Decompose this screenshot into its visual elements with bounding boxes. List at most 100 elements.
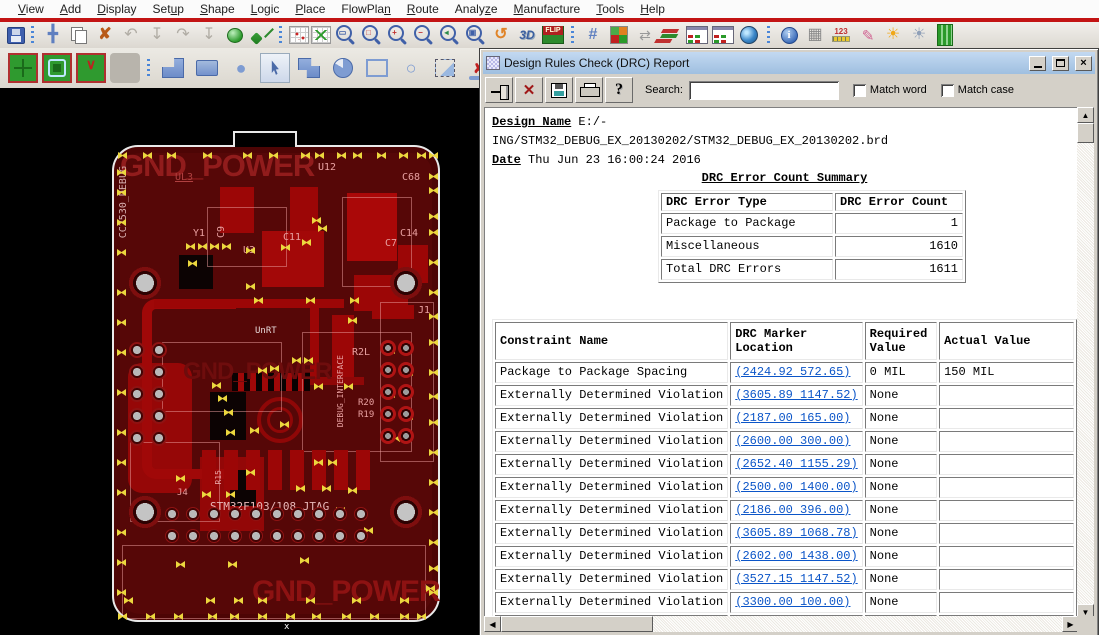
zoom-fit-icon[interactable]: ▣ <box>463 24 487 46</box>
paste-down-icon[interactable]: ↧ <box>197 24 221 46</box>
zoom-in-icon[interactable]: + <box>385 24 409 46</box>
match-case-checkbox[interactable] <box>941 84 954 97</box>
drc-report-content[interactable]: Design Name E:/- ING/STM32_DEBUG_EX_2013… <box>484 107 1079 620</box>
menu-logic[interactable]: Logic <box>243 1 288 17</box>
element-info-icon[interactable]: ▦ <box>803 24 827 46</box>
menu-shape[interactable]: Shape <box>192 1 243 17</box>
actual-value-cell <box>939 569 1074 590</box>
through-hole-pad <box>333 507 347 521</box>
menu-manufacture[interactable]: Manufacture <box>506 1 589 17</box>
grid-toggle-icon[interactable]: # <box>581 24 605 46</box>
highlight-icon[interactable] <box>223 24 247 46</box>
shape-copy-icon[interactable] <box>294 53 324 83</box>
pcb-smd-pad <box>334 450 348 490</box>
select-area-icon[interactable] <box>430 53 460 83</box>
add-arc-icon[interactable] <box>328 53 358 83</box>
vertical-scrollbar[interactable]: ▲ ▼ <box>1077 107 1094 620</box>
shape-add-icon[interactable] <box>8 53 38 83</box>
info-icon[interactable]: i <box>777 24 801 46</box>
dehilight-icon[interactable]: ✐ <box>856 23 878 47</box>
horizontal-scrollbar[interactable]: ◀ ▶ <box>484 616 1079 632</box>
match-word-checkbox[interactable] <box>853 84 866 97</box>
drc-marker-link[interactable]: (2424.92 572.65) <box>735 365 850 379</box>
drc-marker-link[interactable]: (2652.40 1155.29) <box>735 457 857 471</box>
scroll-up-button[interactable]: ▲ <box>1077 107 1094 123</box>
menu-tools[interactable]: Tools <box>588 1 632 17</box>
print-report-button[interactable] <box>575 77 603 103</box>
zoom-out-icon[interactable]: − <box>411 24 435 46</box>
drc-marker-link[interactable]: (3605.89 1147.52) <box>735 388 857 402</box>
board-ratsnest-icon[interactable] <box>289 26 309 44</box>
match-case-option[interactable]: Match case <box>941 84 1014 97</box>
menu-view[interactable]: View <box>10 1 52 17</box>
shape-select-icon[interactable] <box>42 53 72 83</box>
add-rect-icon[interactable] <box>192 53 222 83</box>
save-icon[interactable] <box>7 27 25 44</box>
drc-window-titlebar[interactable]: Design Rules Check (DRC) Report × <box>483 52 1095 74</box>
shadow-dim-icon[interactable]: ☀ <box>907 24 931 46</box>
menu-place[interactable]: Place <box>287 1 333 17</box>
minimize-button[interactable] <box>1029 56 1046 71</box>
redo-icon[interactable]: ↷ <box>171 24 195 46</box>
undo-icon[interactable]: ↶ <box>119 24 143 46</box>
search-input[interactable] <box>689 81 839 100</box>
zoom-select-icon[interactable]: □ <box>359 24 383 46</box>
shape-gray-icon[interactable] <box>110 53 140 83</box>
close-button[interactable]: × <box>1075 56 1092 71</box>
view-last-icon[interactable]: ↺ <box>489 24 513 46</box>
pcb-label-c68: C68 <box>402 172 420 183</box>
dfa-check-icon[interactable]: DFA <box>711 24 735 46</box>
pcb-label-gnd-mid: GND_POWER <box>183 358 331 386</box>
zoom-previous-icon[interactable]: ◂ <box>437 24 461 46</box>
pcb-label-c11: C11 <box>283 232 301 243</box>
cross-section-icon[interactable] <box>659 24 683 46</box>
drc-marker-link[interactable]: (3605.89 1068.78) <box>735 526 857 540</box>
vertical-scroll-thumb[interactable] <box>1077 123 1094 143</box>
stripe-edge-icon[interactable] <box>933 24 957 46</box>
menu-analyze[interactable]: Analyze <box>447 1 506 17</box>
board-routes-icon[interactable] <box>311 26 331 44</box>
add-polygon-icon[interactable] <box>158 53 188 83</box>
pin-window-button[interactable] <box>485 77 513 103</box>
close-report-button[interactable]: ✕ <box>515 77 543 103</box>
cut-down-icon[interactable]: ↧ <box>145 24 169 46</box>
constraint-manager-icon[interactable]: CM <box>685 24 709 46</box>
menu-help[interactable]: Help <box>632 1 673 17</box>
menu-display[interactable]: Display <box>89 1 144 17</box>
horizontal-scroll-thumb[interactable] <box>501 616 653 632</box>
pin-icon[interactable] <box>249 24 273 46</box>
drc-marker-link[interactable]: (3527.15 1147.52) <box>735 572 857 586</box>
save-report-button[interactable] <box>545 77 573 103</box>
layer-swap-icon[interactable]: ⇄ <box>633 24 657 46</box>
drc-marker-link[interactable]: (2187.00 165.00) <box>735 411 850 425</box>
menu-route[interactable]: Route <box>399 1 447 17</box>
select-cursor-icon[interactable] <box>260 53 290 83</box>
move-icon[interactable]: ╋ <box>41 24 65 46</box>
circle-outline-icon[interactable]: ○ <box>396 53 426 83</box>
flip-design-icon[interactable] <box>541 24 565 46</box>
menu-flowplan[interactable]: FlowPlan <box>333 1 398 17</box>
drc-marker-link[interactable]: (2500.00 1400.00) <box>735 480 857 494</box>
web-icon[interactable] <box>737 24 761 46</box>
menu-add[interactable]: Add <box>52 1 89 17</box>
zoom-area-icon[interactable]: ▭ <box>333 24 357 46</box>
delete-icon[interactable]: ✘ <box>93 24 117 46</box>
add-circle-icon[interactable]: ● <box>226 53 256 83</box>
copy-icon[interactable] <box>67 24 91 46</box>
match-word-option[interactable]: Match word <box>853 84 927 97</box>
shadow-on-icon[interactable]: ☀ <box>881 24 905 46</box>
through-hole-pad <box>165 507 179 521</box>
color-dialog-icon[interactable] <box>607 24 631 46</box>
scroll-left-button[interactable]: ◀ <box>484 616 501 632</box>
drc-marker-link[interactable]: (3300.00 100.00) <box>735 595 850 609</box>
shape-void-icon[interactable] <box>76 53 106 83</box>
drc-marker-link[interactable]: (2602.00 1438.00) <box>735 549 857 563</box>
view-3d-icon[interactable]: 3D <box>515 24 539 46</box>
menu-setup[interactable]: Setup <box>145 1 192 17</box>
drc-marker-link[interactable]: (2186.00 396.00) <box>735 503 850 517</box>
measure-icon[interactable]: 123 <box>829 24 853 46</box>
drc-marker-link[interactable]: (2600.00 300.00) <box>735 434 850 448</box>
help-button[interactable]: ? <box>605 77 633 103</box>
rect-outline-icon[interactable] <box>362 53 392 83</box>
maximize-button[interactable] <box>1052 56 1069 71</box>
